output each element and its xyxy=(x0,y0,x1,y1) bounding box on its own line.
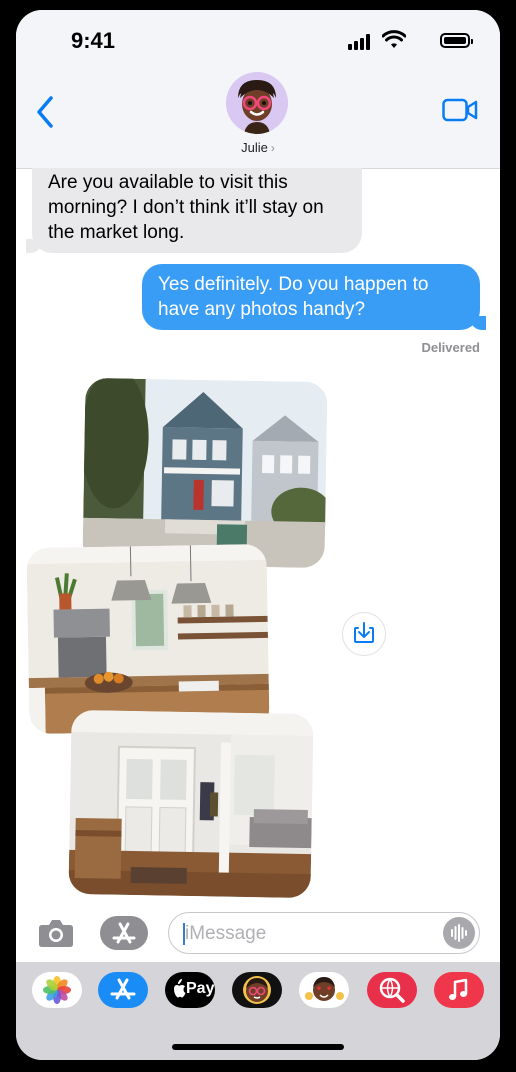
contact-avatar[interactable] xyxy=(226,72,288,134)
apple-pay-label: Pay xyxy=(186,980,215,997)
web-search-app-button[interactable] xyxy=(367,972,417,1008)
music-icon xyxy=(449,978,468,1000)
apps-button[interactable] xyxy=(100,916,148,950)
status-bar: 9:41 xyxy=(16,10,500,70)
save-photos-button[interactable] xyxy=(342,612,386,656)
battery-icon xyxy=(440,33,473,48)
phone-screen: 9:41 Julie › Are you available to visit … xyxy=(16,10,500,1060)
waveform-icon xyxy=(451,924,467,942)
contact-name: Julie xyxy=(241,140,268,155)
photo-kitchen[interactable] xyxy=(26,543,270,735)
photo-entryway[interactable] xyxy=(68,709,314,899)
imessage-input-field[interactable] xyxy=(168,912,480,954)
photo-house-exterior[interactable] xyxy=(82,377,328,569)
apple-pay-app-button[interactable]: Pay xyxy=(165,972,215,1008)
cellular-signal-icon xyxy=(348,34,372,50)
app-store-icon xyxy=(112,922,136,944)
incoming-message-text: Are you available to visit this morning?… xyxy=(48,172,324,243)
app-store-icon xyxy=(110,978,136,1000)
app-drawer: Pay xyxy=(16,962,500,1060)
memoji-icon xyxy=(243,976,271,1004)
download-icon xyxy=(354,622,374,643)
outgoing-message-bubble[interactable]: Yes definitely. Do you happen to have an… xyxy=(142,264,486,330)
memoji-stickers-icon xyxy=(305,977,344,1001)
incoming-message-bubble[interactable]: Are you available to visit this morning?… xyxy=(26,168,362,253)
music-app-button[interactable] xyxy=(434,972,484,1008)
photos-icon xyxy=(43,976,71,1004)
memoji-stickers-app-button[interactable] xyxy=(299,972,349,1008)
web-search-icon xyxy=(379,977,405,1003)
dictation-button[interactable] xyxy=(443,917,475,949)
delivered-status: Delivered xyxy=(421,340,480,355)
photos-app-button[interactable] xyxy=(32,972,82,1008)
home-indicator[interactable] xyxy=(172,1044,344,1050)
bubble-tail xyxy=(470,316,486,330)
contact-chevron-icon: › xyxy=(270,141,275,155)
back-chevron-icon[interactable] xyxy=(34,92,58,132)
status-time: 9:41 xyxy=(71,28,116,53)
wifi-icon xyxy=(382,30,406,48)
contact-name-button[interactable]: Julie › xyxy=(16,140,500,155)
outgoing-message-text: Yes definitely. Do you happen to have an… xyxy=(158,274,429,320)
app-store-app-button[interactable] xyxy=(98,972,148,1008)
conversation-header: Julie › xyxy=(16,70,500,169)
bubble-tail xyxy=(26,239,42,253)
memoji-app-button[interactable] xyxy=(232,972,282,1008)
facetime-video-icon[interactable] xyxy=(442,96,478,124)
camera-icon[interactable] xyxy=(38,918,74,948)
message-text-input[interactable] xyxy=(183,917,437,951)
